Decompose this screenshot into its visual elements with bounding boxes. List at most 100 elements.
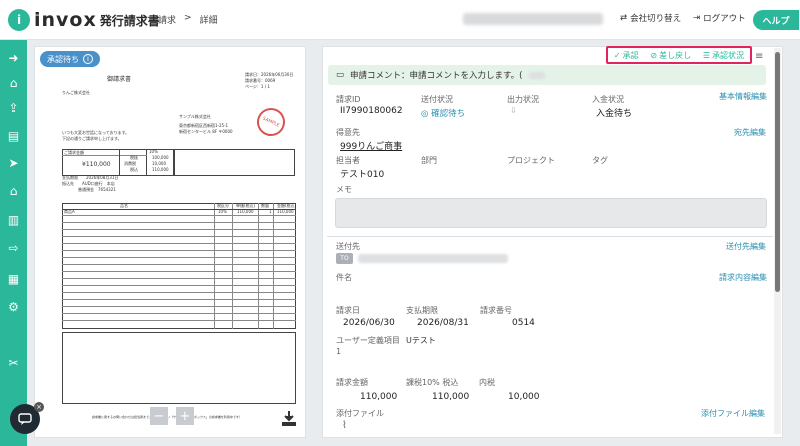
divider [62,313,296,314]
building-icon[interactable]: ▥ [6,212,21,227]
doc-recipient: りんご株式会社 [62,90,90,95]
memo-textarea[interactable] [335,198,767,228]
zoom-in-button[interactable]: + [176,407,194,425]
comment-icon: ▭ [336,70,345,80]
divider [62,250,296,251]
divider [62,271,296,272]
export-icon[interactable]: ⇨ [6,240,21,255]
divider [62,278,296,279]
tax-row-label-3: 税込 [130,167,138,172]
divider [62,306,296,307]
upload-icon[interactable]: ⇪ [6,100,21,115]
home-icon[interactable]: ⌂ [6,75,21,90]
switch-company-label: 会社切り替え [630,14,682,24]
logout-button[interactable]: ⇥ ログアウト [693,12,746,24]
approval-status-label: 承認状況 [712,50,745,60]
doc-from-company: サンプル株式会社 [179,114,211,119]
doc-title: 御請求書 [107,76,132,83]
app-logo[interactable]: i invox 発行請求書 [8,9,160,31]
logout-icon: ⇥ [693,13,701,23]
gear-icon[interactable]: ⚙ [6,299,21,314]
status-badge-label: 承認待ち [47,54,79,64]
divider [62,243,296,244]
breadcrumb: 請求 > 詳細 [158,13,218,26]
chart-icon[interactable]: ▦ [6,271,21,286]
scrollbar-thumb[interactable] [775,52,780,292]
invoice-date-label: 請求日 [336,306,360,315]
amount-value: 110,000 [360,392,398,402]
divider [62,320,296,321]
top-header: i invox 発行請求書 請求 > 詳細 ⇄ 会社切り替え ⇥ ログアウト ヘ… [0,0,800,40]
breadcrumb-separator: > [184,13,192,23]
reject-label: 差し戻し [659,50,692,60]
chat-close-icon[interactable]: × [34,402,44,412]
billing-amount: ¥110,000 [82,161,111,168]
tools-icon[interactable]: ✂ [6,355,21,370]
hamburger-menu-icon[interactable]: ≡ [755,51,763,62]
user-info-blurred [463,13,603,25]
divider [62,215,296,216]
send-to-label: 送付先 [336,242,360,251]
tax-rate: 10% [149,149,158,154]
zoom-out-button[interactable]: − [150,407,168,425]
approve-button[interactable]: ✓ 承認 [614,50,639,61]
paperclip-icon[interactable]: ⌇ [342,420,347,431]
department-label: 部門 [421,156,437,165]
invoice-number-label: 請求番号 [480,306,512,315]
logout-label: ログアウト [703,14,746,24]
person-value: テスト010 [340,170,385,180]
invoice-id-value: II7990180062 [340,106,403,116]
edit-content-link[interactable]: 請求内容編集 [719,272,767,283]
payment-status-value: 入金待ち [596,109,633,119]
invoice-detail-panel [322,46,783,438]
info-icon[interactable]: i [83,54,93,64]
send-status-value[interactable]: ◎ 確認待ち [421,107,465,119]
edit-basic-info-link[interactable]: 基本情報編集 [719,91,767,102]
extra-table [174,149,295,176]
invoice-number-value: 0514 [512,318,535,328]
bank-icon[interactable]: ⌂ [6,183,21,198]
due-date-label: 支払期限 [406,306,438,315]
custom-field-value: Uテスト [406,336,436,345]
billing-label: ご請求金額 [64,150,84,155]
status-badge[interactable]: 承認待ち i [40,51,100,67]
divider [62,299,296,300]
notes-box [62,332,296,404]
payment-status-label: 入金状況 [592,95,624,104]
edit-send-to-link[interactable]: 送付先編集 [726,241,766,252]
breadcrumb-invoice[interactable]: 請求 [158,13,176,26]
arrow-right-icon[interactable]: ➜ [6,50,21,65]
doc-greeting-2: 下記の通りご請求申し上げます。 [62,136,122,141]
download-icon[interactable] [281,410,297,426]
attachment-label: 添付ファイル [336,409,384,418]
amount-label: 請求金額 [336,378,368,387]
globe-icon: ◎ [421,109,429,119]
edit-customer-link[interactable]: 宛先編集 [734,127,766,138]
divider [62,264,296,265]
divider [62,257,296,258]
doc-page: ページ：1 / 1 [245,84,270,89]
help-button[interactable]: ヘルプ [753,10,799,30]
approval-status-button[interactable]: ☰ 承認状況 [703,50,744,61]
payment-account: 普通預金 7654321 [62,187,116,192]
inner-tax-label: 内税 [479,378,495,387]
document-icon[interactable]: ▤ [6,128,21,143]
approve-label: 承認 [622,50,639,60]
request-comment-text: 申請コメント：申請コメントを入力します。( [350,71,523,81]
section-divider [327,236,773,237]
tax-row-value-2: 10,000 [152,161,166,166]
tax-row-value-3: 110,000 [152,167,169,172]
reject-button[interactable]: ⊘ 差し戻し [650,50,691,61]
send-icon[interactable]: ➤ [6,155,21,170]
switch-company-button[interactable]: ⇄ 会社切り替え [620,12,681,24]
customer-label: 得意先 [336,128,360,137]
person-label: 担当者 [336,156,360,165]
sidebar: ➜ ⌂ ⇪ ▤ ➤ ⌂ ▥ ⇨ ▦ ⚙ ✂ [0,40,27,446]
customer-link[interactable]: 999りんご商事 [340,139,402,152]
to-tag: TO [336,253,353,264]
edit-attachment-link[interactable]: 添付ファイル編集 [701,408,765,419]
send-to-blurred [358,254,508,263]
tax-value: 110,000 [432,392,470,402]
divider [62,209,296,210]
tax-label: 課税10% 税込 [406,378,459,387]
